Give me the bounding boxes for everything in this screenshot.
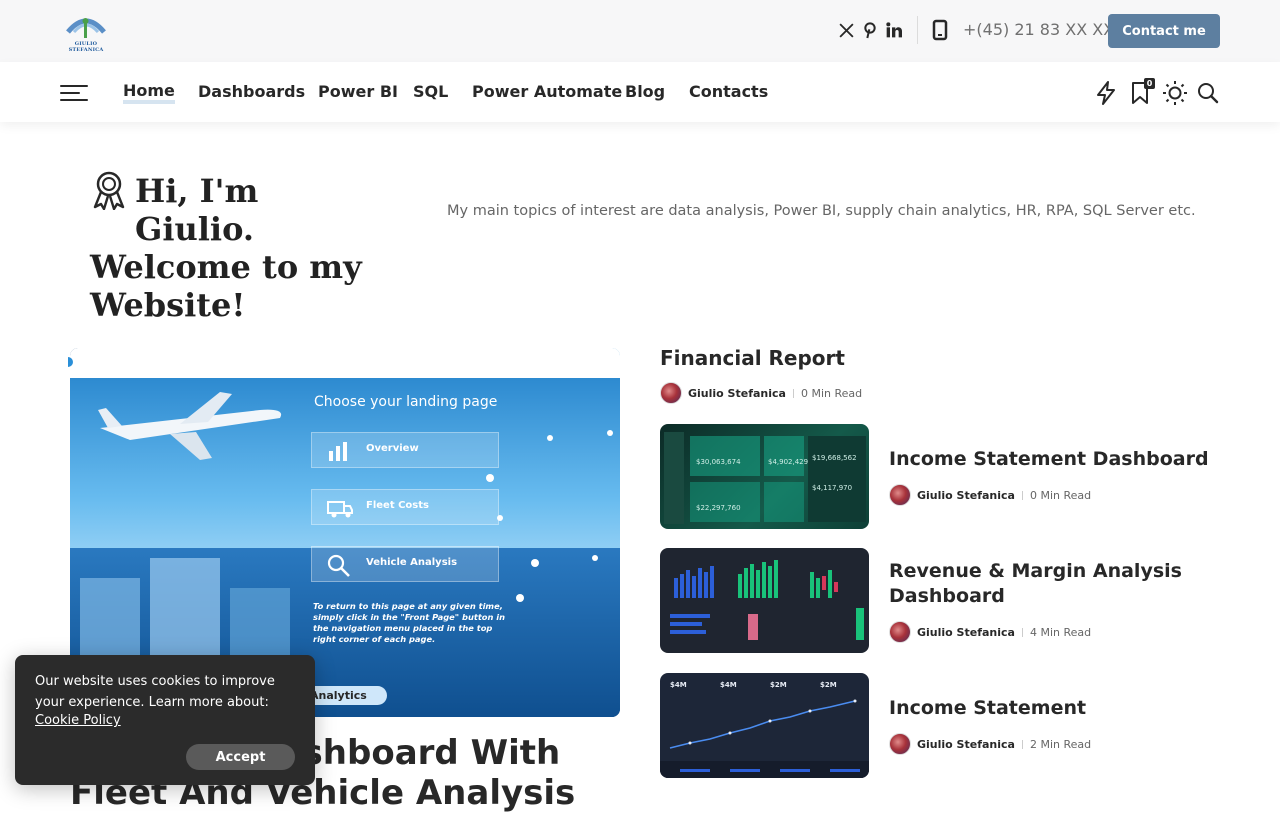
nav-item-home[interactable]: Home <box>123 82 175 104</box>
nav-item-dashboards[interactable]: Dashboards <box>198 82 305 101</box>
bookmark-count-badge: 0 <box>1144 78 1155 89</box>
post-author[interactable]: Giulio Stefanica <box>688 387 786 400</box>
post-thumbnail[interactable]: $30,063,674 $4,902,429 $22,297,760 $19,668,… <box>660 424 869 529</box>
site-logo[interactable]: GIULIO STEFANICA <box>60 12 112 53</box>
svg-text:$30,063,674: $30,063,674 <box>696 458 741 466</box>
main-nav: Home Dashboards Power BI SQL Power Autom… <box>0 62 1280 122</box>
post-meta: Giulio Stefanica 0 Min Read <box>889 484 1091 506</box>
post-read-time: 4 Min Read <box>1029 625 1092 639</box>
post-title[interactable]: Income Statement <box>889 696 1209 721</box>
cookie-text: Our website uses cookies to improve your… <box>35 674 275 710</box>
post-meta: Giulio Stefanica 2 Min Read <box>889 733 1091 755</box>
avatar[interactable] <box>660 382 682 404</box>
svg-text:$2M: $2M <box>770 681 787 689</box>
post-meta: Giulio Stefanica 4 Min Read <box>889 621 1091 643</box>
nav-item-blog[interactable]: Blog <box>625 82 665 101</box>
top-bar: GIULIO STEFANICA +(45) 21 83 XX XX Conta… <box>0 0 1280 62</box>
avatar[interactable] <box>889 733 911 755</box>
nav-item-power-automate[interactable]: Power Automate <box>472 82 622 101</box>
menu-icon[interactable] <box>60 83 88 103</box>
map-pins-illustration <box>486 430 613 602</box>
featured-image-panel-title: Choose your landing page <box>314 394 498 410</box>
topbar-divider <box>917 16 918 44</box>
hero-title-line-2: Welcome to my <box>90 248 362 286</box>
airplane-illustration <box>98 392 282 460</box>
nav-item-sql[interactable]: SQL <box>413 82 448 101</box>
nav-item-power-bi[interactable]: Power BI <box>318 82 398 101</box>
hero-description: My main topics of interest are data anal… <box>447 203 1196 219</box>
hero-title-line-3: Website! <box>90 286 246 324</box>
hero-title-line-1: Hi, I'm Giulio. <box>135 172 259 248</box>
phone-number[interactable]: +(45) 21 83 XX XX <box>963 20 1114 39</box>
svg-text:$4M: $4M <box>720 681 737 689</box>
pinterest-icon[interactable] <box>860 20 880 40</box>
financial-report-title[interactable]: Financial Report <box>660 346 845 370</box>
post-author[interactable]: Giulio Stefanica <box>917 489 1015 502</box>
bookmark-icon[interactable]: 0 <box>1127 78 1155 106</box>
post-read-time: 2 Min Read <box>1029 737 1092 751</box>
contact-me-button[interactable]: Contact me <box>1108 14 1220 48</box>
search-icon[interactable] <box>1195 80 1221 106</box>
linkedin-icon[interactable] <box>884 20 904 40</box>
nav-item-contacts[interactable]: Contacts <box>689 82 768 101</box>
svg-text:$22,297,760: $22,297,760 <box>696 504 741 512</box>
phone-icon <box>930 19 950 41</box>
svg-text:$4,902,429: $4,902,429 <box>768 458 808 466</box>
post-thumbnail[interactable] <box>660 548 869 653</box>
hero-title: Hi, I'm Giulio. Welcome to my Website! <box>90 172 380 324</box>
post-author[interactable]: Giulio Stefanica <box>917 738 1015 751</box>
post-meta: Giulio Stefanica 0 Min Read <box>660 382 862 404</box>
accept-cookies-button[interactable]: Accept <box>186 744 295 770</box>
post-thumbnail[interactable]: $4M $4M $2M $2M <box>660 673 869 778</box>
svg-text:$4M: $4M <box>670 681 687 689</box>
cookie-policy-link[interactable]: Cookie Policy <box>35 713 121 728</box>
sun-icon[interactable] <box>1162 80 1188 106</box>
post-title[interactable]: Income Statement Dashboard <box>889 447 1209 472</box>
post-title[interactable]: Revenue & Margin Analysis Dashboard <box>889 559 1209 609</box>
avatar[interactable] <box>889 621 911 643</box>
svg-text:$19,668,562: $19,668,562 <box>812 454 857 462</box>
x-icon[interactable] <box>836 20 856 40</box>
post-author[interactable]: Giulio Stefanica <box>917 626 1015 639</box>
logo-text: GIULIO STEFANICA <box>68 41 104 53</box>
svg-text:$2M: $2M <box>820 681 837 689</box>
post-read-time: 0 Min Read <box>800 386 863 400</box>
post-read-time: 0 Min Read <box>1029 488 1092 502</box>
cookie-banner: Our website uses cookies to improve your… <box>15 655 315 785</box>
svg-text:$4,117,970: $4,117,970 <box>812 484 852 492</box>
lightning-icon[interactable] <box>1093 80 1119 106</box>
avatar[interactable] <box>889 484 911 506</box>
